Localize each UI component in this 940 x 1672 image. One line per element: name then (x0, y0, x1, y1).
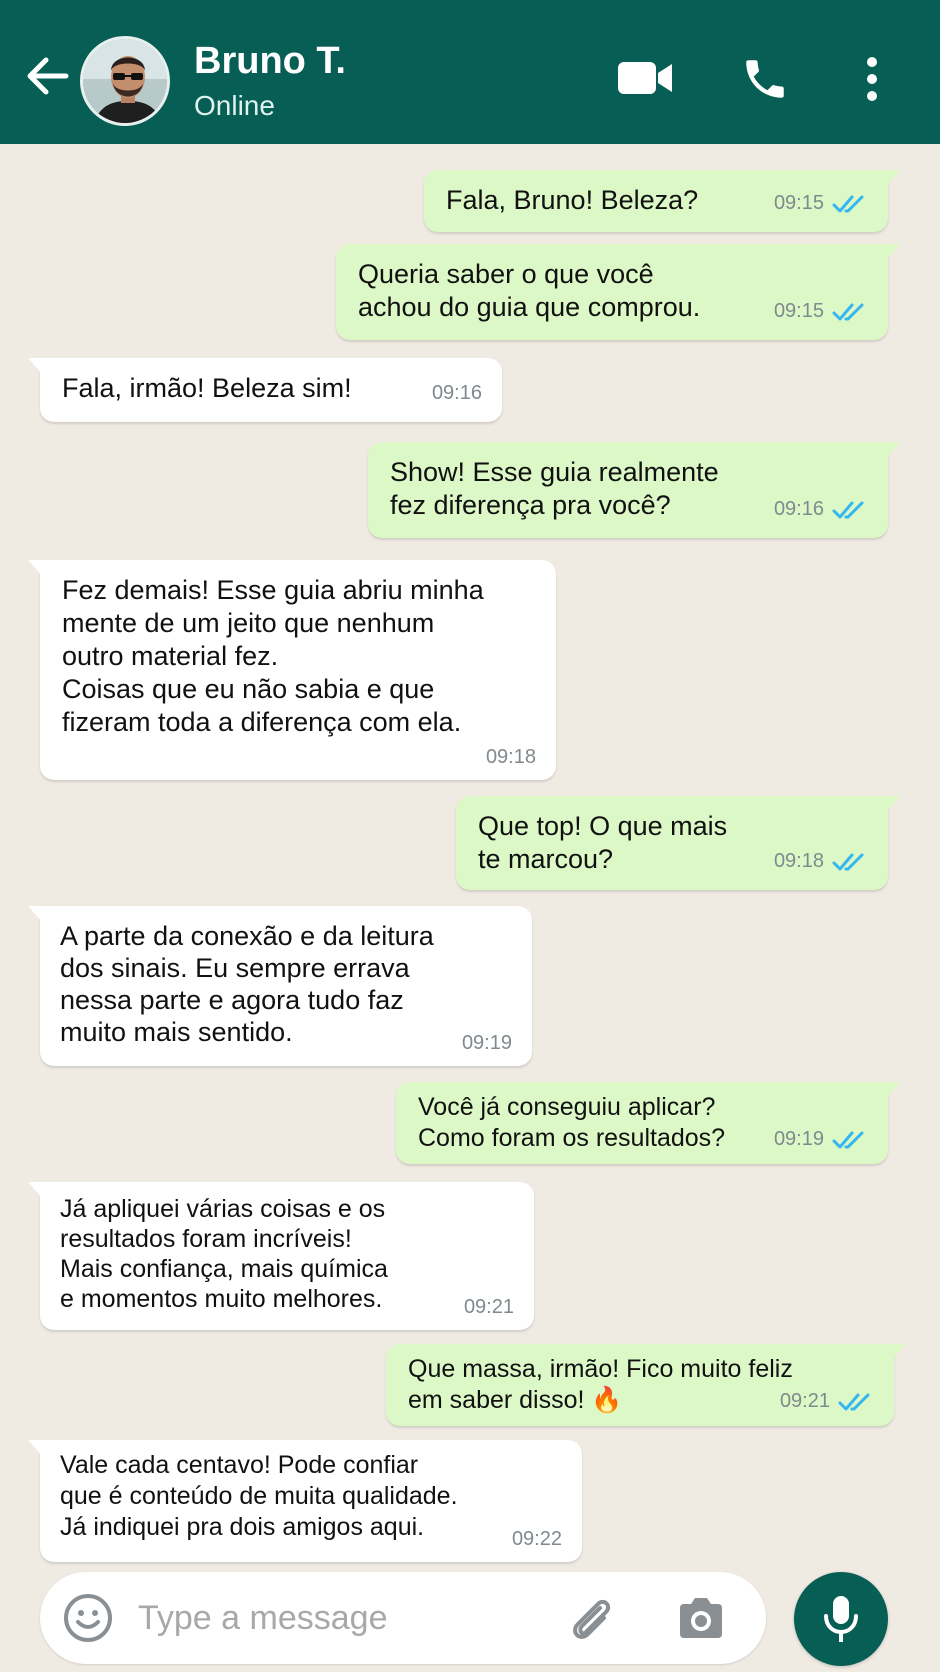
message-meta: 09:16 (432, 377, 482, 410)
message-text: Você já conseguiu aplicar? Como foram os… (418, 1093, 726, 1152)
message-meta: 09:22 (512, 1523, 562, 1556)
message-meta: 09:16 (774, 493, 868, 526)
message-meta: 09:18 (486, 741, 536, 774)
voice-call-button[interactable] (740, 54, 790, 104)
message-time: 09:19 (461, 1032, 512, 1054)
phone-icon (746, 60, 784, 98)
message-composer (40, 1572, 766, 1664)
video-call-button[interactable] (616, 58, 674, 98)
chat-header: Bruno T. Online (0, 0, 940, 144)
message-time: 09:19 (773, 1128, 824, 1150)
video-camera-icon (618, 62, 672, 94)
contact-avatar[interactable] (80, 36, 170, 126)
message-time: 09:18 (485, 746, 536, 768)
message-text: Que massa, irmão! Fico muito feliz em sa… (408, 1355, 793, 1414)
back-button[interactable] (26, 56, 70, 96)
arrow-left-icon (27, 57, 69, 95)
message-text: Fala, irmão! Beleza sim! (62, 373, 352, 403)
message-bubble-incoming[interactable]: Fala, irmão! Beleza sim! 09:16 (28, 358, 502, 422)
message-bubble-outgoing[interactable]: Queria saber o que você achou do guia qu… (336, 244, 900, 340)
message-time: 09:18 (773, 850, 824, 872)
double-check-read-icon (832, 195, 864, 212)
message-meta: 09:19 (774, 1123, 868, 1156)
double-check-read-icon (832, 853, 864, 870)
message-input[interactable] (138, 1586, 518, 1650)
message-meta: 09:18 (774, 845, 868, 878)
message-bubble-outgoing[interactable]: Você já conseguiu aplicar? Como foram os… (396, 1082, 900, 1164)
double-check-read-icon (832, 303, 864, 320)
message-bubble-incoming[interactable]: Fez demais! Esse guia abriu minha mente … (28, 560, 556, 780)
double-check-read-icon (832, 1131, 864, 1148)
message-bubble-incoming[interactable]: A parte da conexão e da leitura dos sina… (28, 906, 532, 1066)
contact-status: Online (194, 90, 275, 121)
message-time: 09:15 (773, 300, 824, 322)
message-bubble-outgoing[interactable]: Que top! O que mais te marcou? 09:18 (456, 796, 900, 890)
message-text: Que top! O que mais te marcou? (478, 811, 728, 874)
message-list[interactable]: Fala, Bruno! Beleza? 09:15 Queria saber … (0, 144, 940, 1564)
paperclip-icon[interactable] (566, 1594, 618, 1646)
message-meta: 09:19 (462, 1027, 512, 1060)
message-time: 09:15 (773, 192, 824, 214)
more-vertical-icon (867, 57, 877, 101)
message-text: Queria saber o que você achou do guia qu… (358, 259, 701, 322)
message-bubble-outgoing[interactable]: Que massa, irmão! Fico muito feliz em sa… (386, 1344, 906, 1426)
avatar-photo (83, 39, 167, 123)
message-time: 09:22 (511, 1528, 562, 1550)
message-text: Já apliquei várias coisas e os resultado… (60, 1195, 388, 1313)
message-time: 09:21 (463, 1296, 514, 1318)
message-meta: 09:21 (464, 1291, 514, 1324)
message-meta: 09:21 (780, 1385, 874, 1418)
message-text: Show! Esse guia realmente fez diferença … (390, 457, 719, 520)
message-text: A parte da conexão e da leitura dos sina… (60, 921, 434, 1047)
message-meta: 09:15 (774, 187, 868, 220)
voice-message-button[interactable] (794, 1572, 888, 1666)
message-bubble-outgoing[interactable]: Show! Esse guia realmente fez diferença … (368, 442, 900, 538)
message-bubble-incoming[interactable]: Já apliquei várias coisas e os resultado… (28, 1182, 534, 1330)
more-options-button[interactable] (860, 56, 884, 102)
message-time: 09:21 (779, 1390, 830, 1412)
message-text: Vale cada centavo! Pode confiar que é co… (60, 1451, 458, 1541)
message-bubble-incoming[interactable]: Vale cada centavo! Pode confiar que é co… (28, 1440, 582, 1562)
microphone-icon (824, 1596, 858, 1642)
message-time: 09:16 (431, 382, 482, 404)
emoji-icon[interactable] (62, 1592, 114, 1644)
message-bubble-outgoing[interactable]: Fala, Bruno! Beleza? 09:15 (424, 170, 900, 232)
message-text: Fez demais! Esse guia abriu minha mente … (62, 575, 484, 737)
message-time: 09:16 (773, 498, 824, 520)
contact-name[interactable]: Bruno T. (194, 40, 346, 83)
camera-icon[interactable] (676, 1596, 726, 1640)
message-text: Fala, Bruno! Beleza? (446, 185, 699, 215)
double-check-read-icon (832, 501, 864, 518)
message-meta: 09:15 (774, 295, 868, 328)
double-check-read-icon (838, 1393, 870, 1410)
